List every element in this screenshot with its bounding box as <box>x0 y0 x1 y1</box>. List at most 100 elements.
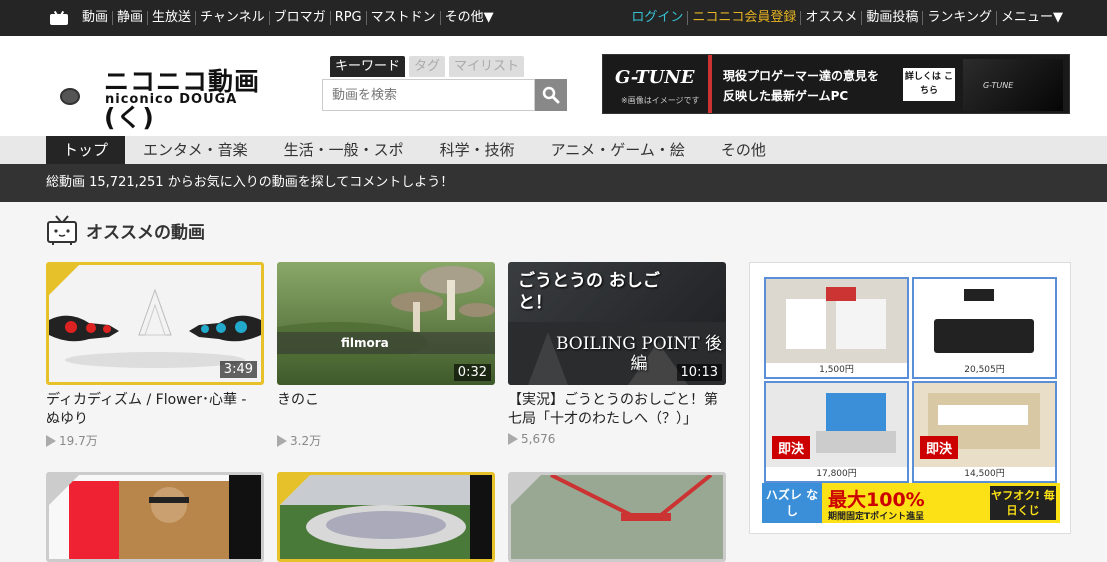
search-tab-tag[interactable]: タグ <box>409 56 446 77</box>
site-logo[interactable]: ニコニコ動画(く) niconico DOUGA <box>58 60 288 132</box>
register-link[interactable]: ニコニコ会員登録 <box>687 11 800 25</box>
view-count-value: 19.7万 <box>59 434 98 448</box>
global-nav-left: 動画 静画 生放送 チャンネル ブロマガ RPG マストドン その他▼ <box>50 0 498 36</box>
video-title[interactable]: きのこ <box>277 391 495 429</box>
video-thumbnail[interactable]: filmora 0:32 <box>277 262 495 385</box>
banner-laptop-brand: G-TUNE <box>983 81 1014 90</box>
play-icon <box>46 435 56 447</box>
video-duration: 10:13 <box>676 364 722 381</box>
nav-channel[interactable]: チャンネル <box>195 11 269 25</box>
niconico-tv-icon[interactable] <box>50 10 68 25</box>
view-count-value: 5,676 <box>521 432 556 446</box>
nav-live[interactable]: 生放送 <box>147 11 195 25</box>
nav-recommend[interactable]: オススメ <box>800 11 861 25</box>
video-card[interactable]: ごうとうの おしごと！ BOILING POINT 後編 10:13 【実況】ご… <box>508 262 726 446</box>
tab-other[interactable]: その他 <box>703 136 784 164</box>
banner-note: ※画像はイメージです <box>621 96 700 105</box>
search-tabs: キーワード タグ マイリスト <box>330 56 567 77</box>
ribbon-badge <box>280 475 313 508</box>
video-card[interactable]: filmora 0:32 きのこ 3.2万 <box>277 262 495 449</box>
nav-blomaga[interactable]: ブロマガ <box>268 11 330 25</box>
tab-science-tech[interactable]: 科学・技術 <box>422 136 533 164</box>
ribbon-badge <box>49 475 82 508</box>
section-title: オススメの動画 <box>86 222 205 243</box>
video-card[interactable]: 3:49 ディカディズム / Flower･心華 - ぬゆり 19.7万 <box>46 262 264 449</box>
category-nav: トップ エンタメ・音楽 生活・一般・スポ 科学・技術 アニメ・ゲーム・絵 その他 <box>0 136 1107 164</box>
video-duration: 3:49 <box>219 361 257 378</box>
login-link[interactable]: ログイン <box>627 11 687 25</box>
video-duration: 0:32 <box>453 364 491 381</box>
promo-sub: 期間固定Tポイント進呈 <box>828 512 925 522</box>
search-input[interactable] <box>323 80 534 110</box>
view-count: 19.7万 <box>46 432 264 449</box>
yahoo-auction-ad[interactable]: ▷ 1,500円 20,505円 即決 17,800円 即決 14,500円 ハ… <box>749 262 1071 534</box>
site-header: ニコニコ動画(く) niconico DOUGA キーワード タグ マイリスト … <box>0 36 1107 136</box>
sold-badge: 即決 <box>920 436 959 459</box>
banner-detail-button[interactable]: 詳しくは こちら <box>903 68 955 101</box>
tab-life-sports[interactable]: 生活・一般・スポ <box>266 136 422 164</box>
ad-product-3[interactable]: 即決 17,800円 <box>764 381 909 483</box>
nav-menu-dropdown[interactable]: メニュー▼ <box>996 11 1067 25</box>
video-thumbnail[interactable] <box>46 472 264 562</box>
video-card[interactable] <box>277 472 495 562</box>
sold-badge: 即決 <box>772 436 811 459</box>
play-icon <box>508 433 518 445</box>
global-nav-right: ログイン ニコニコ会員登録 オススメ 動画投稿 ランキング メニュー▼ <box>627 0 1067 36</box>
global-nav-bar: 動画 静画 生放送 チャンネル ブロマガ RPG マストドン その他▼ ログイン… <box>0 0 1107 36</box>
video-thumbnail[interactable] <box>277 472 495 562</box>
video-thumbnail[interactable] <box>508 472 726 562</box>
video-thumbnail[interactable]: ごうとうの おしごと！ BOILING POINT 後編 10:13 <box>508 262 726 385</box>
view-count-value: 3.2万 <box>290 434 322 448</box>
logo-subtitle: niconico DOUGA <box>105 92 238 107</box>
logo-mascot-icon <box>60 88 80 105</box>
ad-product-2[interactable]: 20,505円 <box>912 277 1057 379</box>
nav-video[interactable]: 動画 <box>78 11 112 25</box>
video-card[interactable] <box>46 472 264 562</box>
ad-price: 1,500円 <box>766 363 907 377</box>
thumbnail-overlay-text: ごうとうの おしごと！ <box>518 271 660 313</box>
nav-seiga[interactable]: 静画 <box>112 11 147 25</box>
tab-top[interactable]: トップ <box>46 136 126 164</box>
banner-laptop-image: G-TUNE <box>963 59 1063 111</box>
tab-entertainment-music[interactable]: エンタメ・音楽 <box>125 136 266 164</box>
video-title[interactable]: 【実況】ごうとうのおしごと！第七局「十才のわたしへ（？）」 <box>508 391 726 429</box>
ad-price: 17,800円 <box>766 467 907 481</box>
nav-upload[interactable]: 動画投稿 <box>861 11 922 25</box>
ribbon-badge <box>49 265 82 298</box>
gtune-ad-banner[interactable]: G-TUNE ※画像はイメージです 現役プロゲーマー達の意見を 反映した最新ゲー… <box>602 54 1070 114</box>
nav-ranking[interactable]: ランキング <box>922 11 996 25</box>
ad-product-4[interactable]: 即決 14,500円 <box>912 381 1057 483</box>
nav-rpg[interactable]: RPG <box>329 11 366 25</box>
banner-brand: G-TUNE <box>615 67 695 88</box>
ad-product-1[interactable]: 1,500円 <box>764 277 909 379</box>
banner-line1: 現役プロゲーマー達の意見を <box>723 69 880 83</box>
banner-divider <box>708 55 712 113</box>
promo-left: ハズレ なし <box>762 483 822 523</box>
search-area: キーワード タグ マイリスト <box>322 56 567 112</box>
ad-price: 14,500円 <box>914 467 1055 481</box>
search-tab-keyword[interactable]: キーワード <box>330 56 406 77</box>
play-icon <box>277 435 287 447</box>
nav-mastodon[interactable]: マストドン <box>365 11 440 25</box>
nav-other-dropdown[interactable]: その他▼ <box>439 11 498 25</box>
ad-promo-strip[interactable]: ハズレ なし 最大100% 期間固定Tポイント進呈 ヤフオク! 毎日くじ <box>762 483 1060 523</box>
view-count: 3.2万 <box>277 432 495 449</box>
search-tab-mylist[interactable]: マイリスト <box>449 56 525 77</box>
search-box <box>322 79 535 111</box>
video-title[interactable]: ディカディズム / Flower･心華 - ぬゆり <box>46 391 264 429</box>
total-videos-info: 総動画 15,721,251 からお気に入りの動画を探してコメントしよう！ <box>0 164 1107 202</box>
tv-icon <box>46 214 78 246</box>
view-count: 5,676 <box>508 432 726 446</box>
search-icon <box>542 86 560 104</box>
filmora-watermark: filmora <box>341 336 389 350</box>
ribbon-badge <box>511 475 544 508</box>
ad-price: 20,505円 <box>914 363 1055 377</box>
search-button[interactable] <box>535 79 567 111</box>
video-card[interactable] <box>508 472 726 562</box>
tab-anime-game[interactable]: アニメ・ゲーム・絵 <box>533 136 703 164</box>
banner-line2: 反映した最新ゲームPC <box>723 89 849 103</box>
promo-main: 最大100% <box>828 489 925 511</box>
video-thumbnail[interactable]: 3:49 <box>46 262 264 385</box>
recommended-header: オススメの動画 <box>46 214 205 246</box>
promo-right: ヤフオク! 毎日くじ <box>990 486 1056 520</box>
